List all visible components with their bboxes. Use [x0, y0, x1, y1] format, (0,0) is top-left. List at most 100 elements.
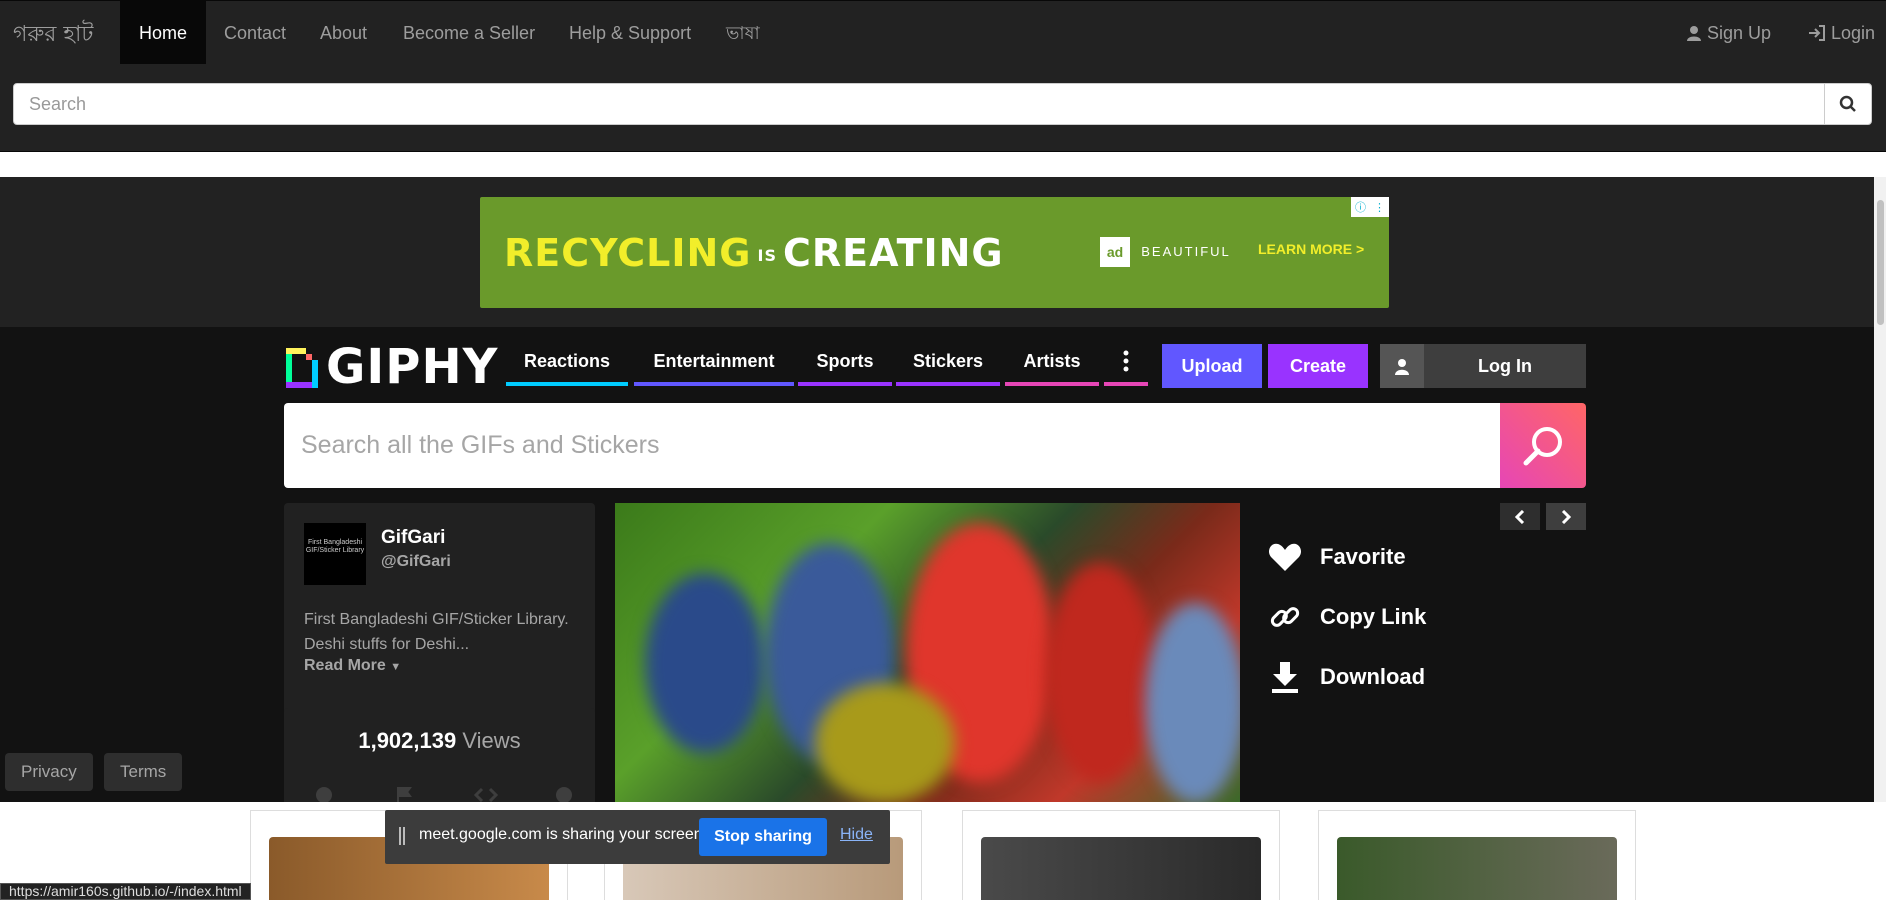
nav-underline	[506, 382, 628, 386]
previous-gif-button[interactable]	[1500, 503, 1540, 530]
nav-underline	[1104, 382, 1148, 386]
hide-share-bar-link[interactable]: Hide	[840, 826, 873, 844]
giphy-logo-icon	[286, 348, 318, 388]
more-vertical-icon: ⋮	[1374, 201, 1385, 214]
nav-underline	[798, 382, 892, 386]
channel-bio: First Bangladeshi GIF/Sticker Library. D…	[304, 611, 569, 653]
read-more-label: Read More	[304, 657, 386, 674]
caret-down-icon: ▼	[390, 661, 402, 673]
heart-icon	[1268, 543, 1302, 571]
giphy-nav-label: Entertainment	[653, 351, 775, 371]
download-label: Download	[1320, 664, 1426, 689]
ad-headline: RECYCLING IS CREATING	[504, 231, 1004, 275]
views-card: 1,902,139 Views	[284, 708, 595, 802]
giphy-login-label: Log In	[1478, 356, 1532, 376]
favorite-button[interactable]: Favorite	[1268, 527, 1426, 587]
chevron-left-icon	[1515, 509, 1525, 524]
nav-underline	[1005, 382, 1099, 386]
login-link[interactable]: Login	[1808, 1, 1875, 65]
download-icon	[1272, 662, 1298, 693]
giphy-nav-reactions[interactable]: Reactions	[506, 344, 628, 386]
embed-code-icon[interactable]	[473, 786, 499, 802]
giphy-login-button[interactable]: Log In	[1380, 344, 1586, 388]
terms-link[interactable]: Terms	[104, 753, 183, 791]
info-icon[interactable]	[554, 786, 574, 802]
copy-link-button[interactable]: Copy Link	[1268, 587, 1426, 647]
view-count: 1,902,139 Views	[284, 728, 595, 754]
privacy-link[interactable]: Privacy	[5, 753, 93, 791]
nav-home[interactable]: Home	[120, 1, 207, 65]
login-label: Login	[1831, 23, 1876, 43]
giphy-nav-label: Artists	[1023, 351, 1081, 371]
product-card[interactable]	[962, 810, 1280, 900]
sign-up-link[interactable]: Sign Up	[1686, 1, 1771, 65]
site-brand[interactable]: গরুর হাট	[13, 17, 93, 54]
ad-council-logo: ad	[1100, 237, 1130, 267]
chevron-right-icon	[1561, 509, 1571, 524]
read-more-button[interactable]: Read More ▼	[304, 657, 401, 675]
drag-handle-icon[interactable]	[399, 827, 405, 845]
ad-brand: BEAUTIFUL	[1141, 244, 1231, 259]
channel-handle[interactable]: @GifGari	[381, 553, 451, 571]
giphy-nav-stickers[interactable]: Stickers	[896, 344, 1000, 386]
product-image	[1337, 837, 1617, 900]
nav-contact[interactable]: Contact	[224, 1, 286, 65]
product-card[interactable]	[1318, 810, 1636, 900]
site-search-input[interactable]: Search	[13, 83, 1825, 125]
sign-up-label: Sign Up	[1707, 23, 1772, 43]
gif-player[interactable]	[615, 503, 1240, 802]
giphy-wordmark: GIPHY	[326, 339, 499, 395]
giphy-nav-label: Sports	[816, 351, 874, 371]
ad-banner[interactable]: RECYCLING IS CREATING ad BEAUTIFUL LEARN M…	[480, 197, 1389, 308]
giphy-nav-entertainment[interactable]: Entertainment	[634, 344, 794, 386]
giphy-nav-sports[interactable]: Sports	[798, 344, 892, 386]
search-icon	[1523, 426, 1562, 465]
giphy-embed-frame: RECYCLING IS CREATING ad BEAUTIFUL LEARN M…	[0, 177, 1874, 802]
nav-help-support[interactable]: Help & Support	[569, 1, 691, 65]
channel-avatar[interactable]: First Bangladeshi GIF/Sticker Library	[304, 523, 366, 585]
ad-choices[interactable]: ⓘ ⋮	[1351, 197, 1389, 217]
favorite-label: Favorite	[1320, 544, 1406, 569]
site-navbar: গরুর হাট Home Contact About Become a Sel…	[0, 0, 1886, 65]
ad-headline-2: CREATING	[783, 231, 1004, 275]
giphy-search-input[interactable]: Search all the GIFs and Stickers	[284, 403, 1500, 488]
create-button[interactable]: Create	[1268, 344, 1368, 388]
login-icon	[1809, 25, 1825, 41]
ad-headline-1: RECYCLING	[504, 231, 752, 275]
ad-is: IS	[757, 246, 777, 265]
gif-meta-icons	[314, 786, 574, 802]
channel-name[interactable]: GifGari	[381, 527, 445, 549]
flag-icon[interactable]	[394, 786, 414, 802]
gif-pager	[1500, 503, 1586, 530]
frame-scrollbar-thumb[interactable]	[1877, 200, 1884, 325]
next-gif-button[interactable]	[1546, 503, 1586, 530]
status-bar-url: https://amir160s.github.io/-/index.html	[0, 883, 251, 900]
view-count-number: 1,902,139	[358, 728, 457, 753]
gif-cow	[815, 683, 955, 802]
globe-icon[interactable]	[314, 786, 334, 802]
giphy-search-button[interactable]	[1500, 403, 1586, 488]
ad-learn-more[interactable]: LEARN MORE >	[1258, 241, 1364, 257]
view-count-label: Views	[462, 728, 521, 753]
product-image	[981, 837, 1261, 900]
nav-underline	[634, 382, 794, 386]
giphy-nav-more[interactable]	[1104, 344, 1148, 386]
site-search-button[interactable]	[1824, 83, 1872, 125]
product-thumbnails	[0, 802, 1886, 900]
stop-sharing-button[interactable]: Stop sharing	[699, 818, 827, 856]
upload-button[interactable]: Upload	[1162, 344, 1262, 388]
download-button[interactable]: Download	[1268, 647, 1426, 707]
giphy-logo[interactable]: GIPHY	[284, 339, 499, 395]
gif-figure	[645, 573, 765, 753]
giphy-nav-artists[interactable]: Artists	[1005, 344, 1099, 386]
nav-become-seller[interactable]: Become a Seller	[403, 1, 535, 65]
screen-share-bar: meet.google.com is sharing your screen. …	[385, 810, 890, 864]
giphy-header: GIPHY Reactions Entertainment Sports Sti…	[284, 339, 1586, 395]
ad-band: RECYCLING IS CREATING ad BEAUTIFUL LEARN M…	[0, 177, 1874, 327]
nav-underline	[896, 382, 1000, 386]
gif-figure	[1145, 603, 1240, 802]
nav-language[interactable]: ভাষা	[726, 1, 760, 65]
nav-about[interactable]: About	[320, 1, 367, 65]
site-search-row: Search	[0, 64, 1886, 152]
search-icon	[1839, 95, 1856, 112]
